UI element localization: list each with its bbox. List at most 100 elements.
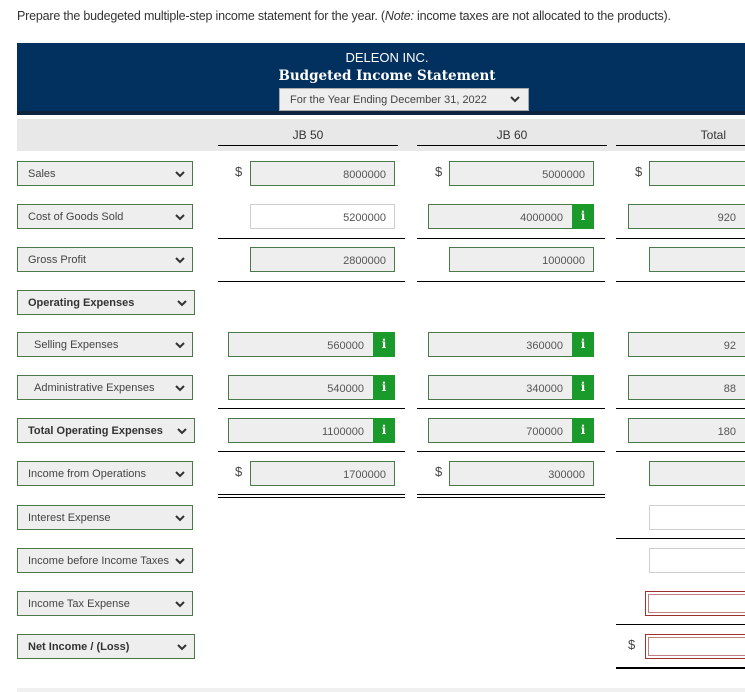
row-label: Income Tax Expense: [28, 598, 130, 610]
chevron-down-icon: [175, 342, 185, 349]
info-icon[interactable]: i: [572, 418, 594, 443]
row-label: Income before Income Taxes: [28, 555, 170, 567]
subtotal-rule: [616, 624, 745, 625]
column-header-rule: [417, 145, 607, 146]
selling-expenses-total-input[interactable]: 92: [628, 332, 745, 357]
subtotal-rule: [616, 408, 745, 409]
column-header-rule: [218, 145, 398, 146]
row-label-select-sales[interactable]: Sales: [17, 161, 193, 186]
net-income-total-input[interactable]: [645, 634, 745, 659]
period-select[interactable]: For the Year Ending December 31, 2022: [279, 88, 529, 111]
chevron-down-icon: [175, 171, 185, 178]
field-value: 4000000: [520, 212, 563, 224]
selling-expenses-jb50-input[interactable]: 560000 i: [228, 332, 395, 357]
statement-header: DELEON INC. Budgeted Income Statement Fo…: [17, 43, 745, 115]
selling-expenses-jb60-input[interactable]: 360000 i: [428, 332, 594, 357]
subtotal-rule: [218, 238, 405, 239]
field-value: 540000: [327, 383, 364, 395]
income-tax-expense-total-input[interactable]: [645, 591, 745, 616]
info-icon[interactable]: i: [373, 418, 395, 443]
info-icon[interactable]: i: [373, 375, 395, 400]
footer-divider: [17, 688, 745, 692]
row-label: Income from Operations: [28, 468, 146, 480]
field-value: 340000: [526, 383, 563, 395]
info-icon[interactable]: i: [572, 332, 594, 357]
income-from-operations-jb50-input[interactable]: 1700000: [250, 461, 395, 486]
chevron-down-icon: [177, 644, 187, 651]
field-value: 560000: [327, 340, 364, 352]
chevron-down-icon: [175, 558, 185, 565]
dollar-sign: $: [635, 164, 643, 179]
field-value: 1100000: [321, 426, 364, 438]
chevron-down-icon: [175, 214, 185, 221]
administrative-expenses-jb50-input[interactable]: 540000 i: [228, 375, 395, 400]
subtotal-rule: [218, 408, 405, 409]
row-label-select-administrative-expenses[interactable]: Administrative Expenses: [17, 375, 193, 400]
row-label-select-net-income[interactable]: Net Income / (Loss): [17, 634, 195, 659]
row-label-select-income-from-operations[interactable]: Income from Operations: [17, 461, 193, 486]
info-icon[interactable]: i: [373, 332, 395, 357]
gross-profit-jb50-input[interactable]: 2800000: [250, 247, 395, 272]
cogs-total-input[interactable]: 920: [628, 204, 745, 229]
row-label: Selling Expenses: [34, 339, 119, 351]
row-label-select-operating-expenses[interactable]: Operating Expenses: [17, 290, 195, 315]
administrative-expenses-jb60-input[interactable]: 340000 i: [428, 375, 594, 400]
row-label-select-income-tax-expense[interactable]: Income Tax Expense: [17, 591, 193, 616]
chevron-down-icon: [177, 300, 187, 307]
subtotal-rule: [616, 238, 745, 239]
cogs-jb60-input[interactable]: 4000000 i: [428, 204, 594, 229]
dollar-sign: $: [628, 637, 636, 652]
income-before-taxes-total-input[interactable]: [649, 548, 745, 573]
total-operating-expenses-total-input[interactable]: 180: [628, 418, 745, 443]
chevron-down-icon: [510, 96, 520, 103]
column-header-jb50: JB 50: [292, 128, 324, 142]
subtotal-rule: [616, 281, 745, 282]
instruction-text: Prepare the budegeted multiple-step inco…: [17, 9, 385, 23]
row-label: Total Operating Expenses: [28, 425, 163, 437]
gross-profit-jb60-input[interactable]: 1000000: [449, 247, 594, 272]
administrative-expenses-total-input[interactable]: 88: [628, 375, 745, 400]
instruction-note-text: income taxes are not allocated to the pr…: [413, 9, 671, 23]
subtotal-rule: [417, 451, 605, 452]
dollar-sign: $: [235, 164, 243, 179]
sales-jb50-input[interactable]: 8000000: [250, 161, 395, 186]
sales-total-input[interactable]: [649, 161, 745, 186]
row-label: Net Income / (Loss): [28, 641, 130, 653]
total-operating-expenses-jb60-input[interactable]: 700000 i: [428, 418, 594, 443]
subtotal-rule: [417, 281, 605, 282]
double-total-rule: [417, 494, 605, 498]
row-label-select-gross-profit[interactable]: Gross Profit: [17, 247, 193, 272]
field-value: 700000: [526, 426, 563, 438]
sales-jb60-input[interactable]: 5000000: [449, 161, 594, 186]
row-label: Sales: [28, 168, 56, 180]
total-operating-expenses-jb50-input[interactable]: 1100000 i: [228, 418, 395, 443]
row-label: Administrative Expenses: [34, 382, 155, 394]
chevron-down-icon: [175, 257, 185, 264]
cogs-jb50-input[interactable]: 5200000: [250, 204, 395, 229]
row-label-select-total-operating-expenses[interactable]: Total Operating Expenses: [17, 418, 195, 443]
subtotal-rule: [218, 281, 405, 282]
income-from-operations-total-input[interactable]: [649, 461, 745, 486]
chevron-down-icon: [175, 385, 185, 392]
row-label-select-selling-expenses[interactable]: Selling Expenses: [17, 332, 193, 357]
chevron-down-icon: [175, 601, 185, 608]
row-label-select-interest-expense[interactable]: Interest Expense: [17, 505, 193, 530]
row-label: Interest Expense: [28, 512, 111, 524]
column-header-total: Total: [700, 128, 726, 142]
column-header-jb60: JB 60: [496, 128, 528, 142]
field-value: 360000: [526, 340, 563, 352]
info-icon[interactable]: i: [572, 375, 594, 400]
gross-profit-total-input[interactable]: [649, 247, 745, 272]
subtotal-rule: [218, 451, 405, 452]
income-from-operations-jb60-input[interactable]: 300000: [449, 461, 594, 486]
instructions: Prepare the budegeted multiple-step inco…: [17, 9, 671, 23]
info-icon[interactable]: i: [572, 204, 594, 229]
subtotal-rule: [616, 538, 745, 539]
company-name: DELEON INC.: [345, 50, 429, 65]
interest-expense-total-input[interactable]: [649, 505, 745, 530]
subtotal-rule: [616, 451, 745, 452]
row-label-select-income-before-taxes[interactable]: Income before Income Taxes: [17, 548, 193, 573]
row-label-select-cogs[interactable]: Cost of Goods Sold: [17, 204, 193, 229]
subtotal-rule: [417, 238, 605, 239]
chevron-down-icon: [175, 471, 185, 478]
